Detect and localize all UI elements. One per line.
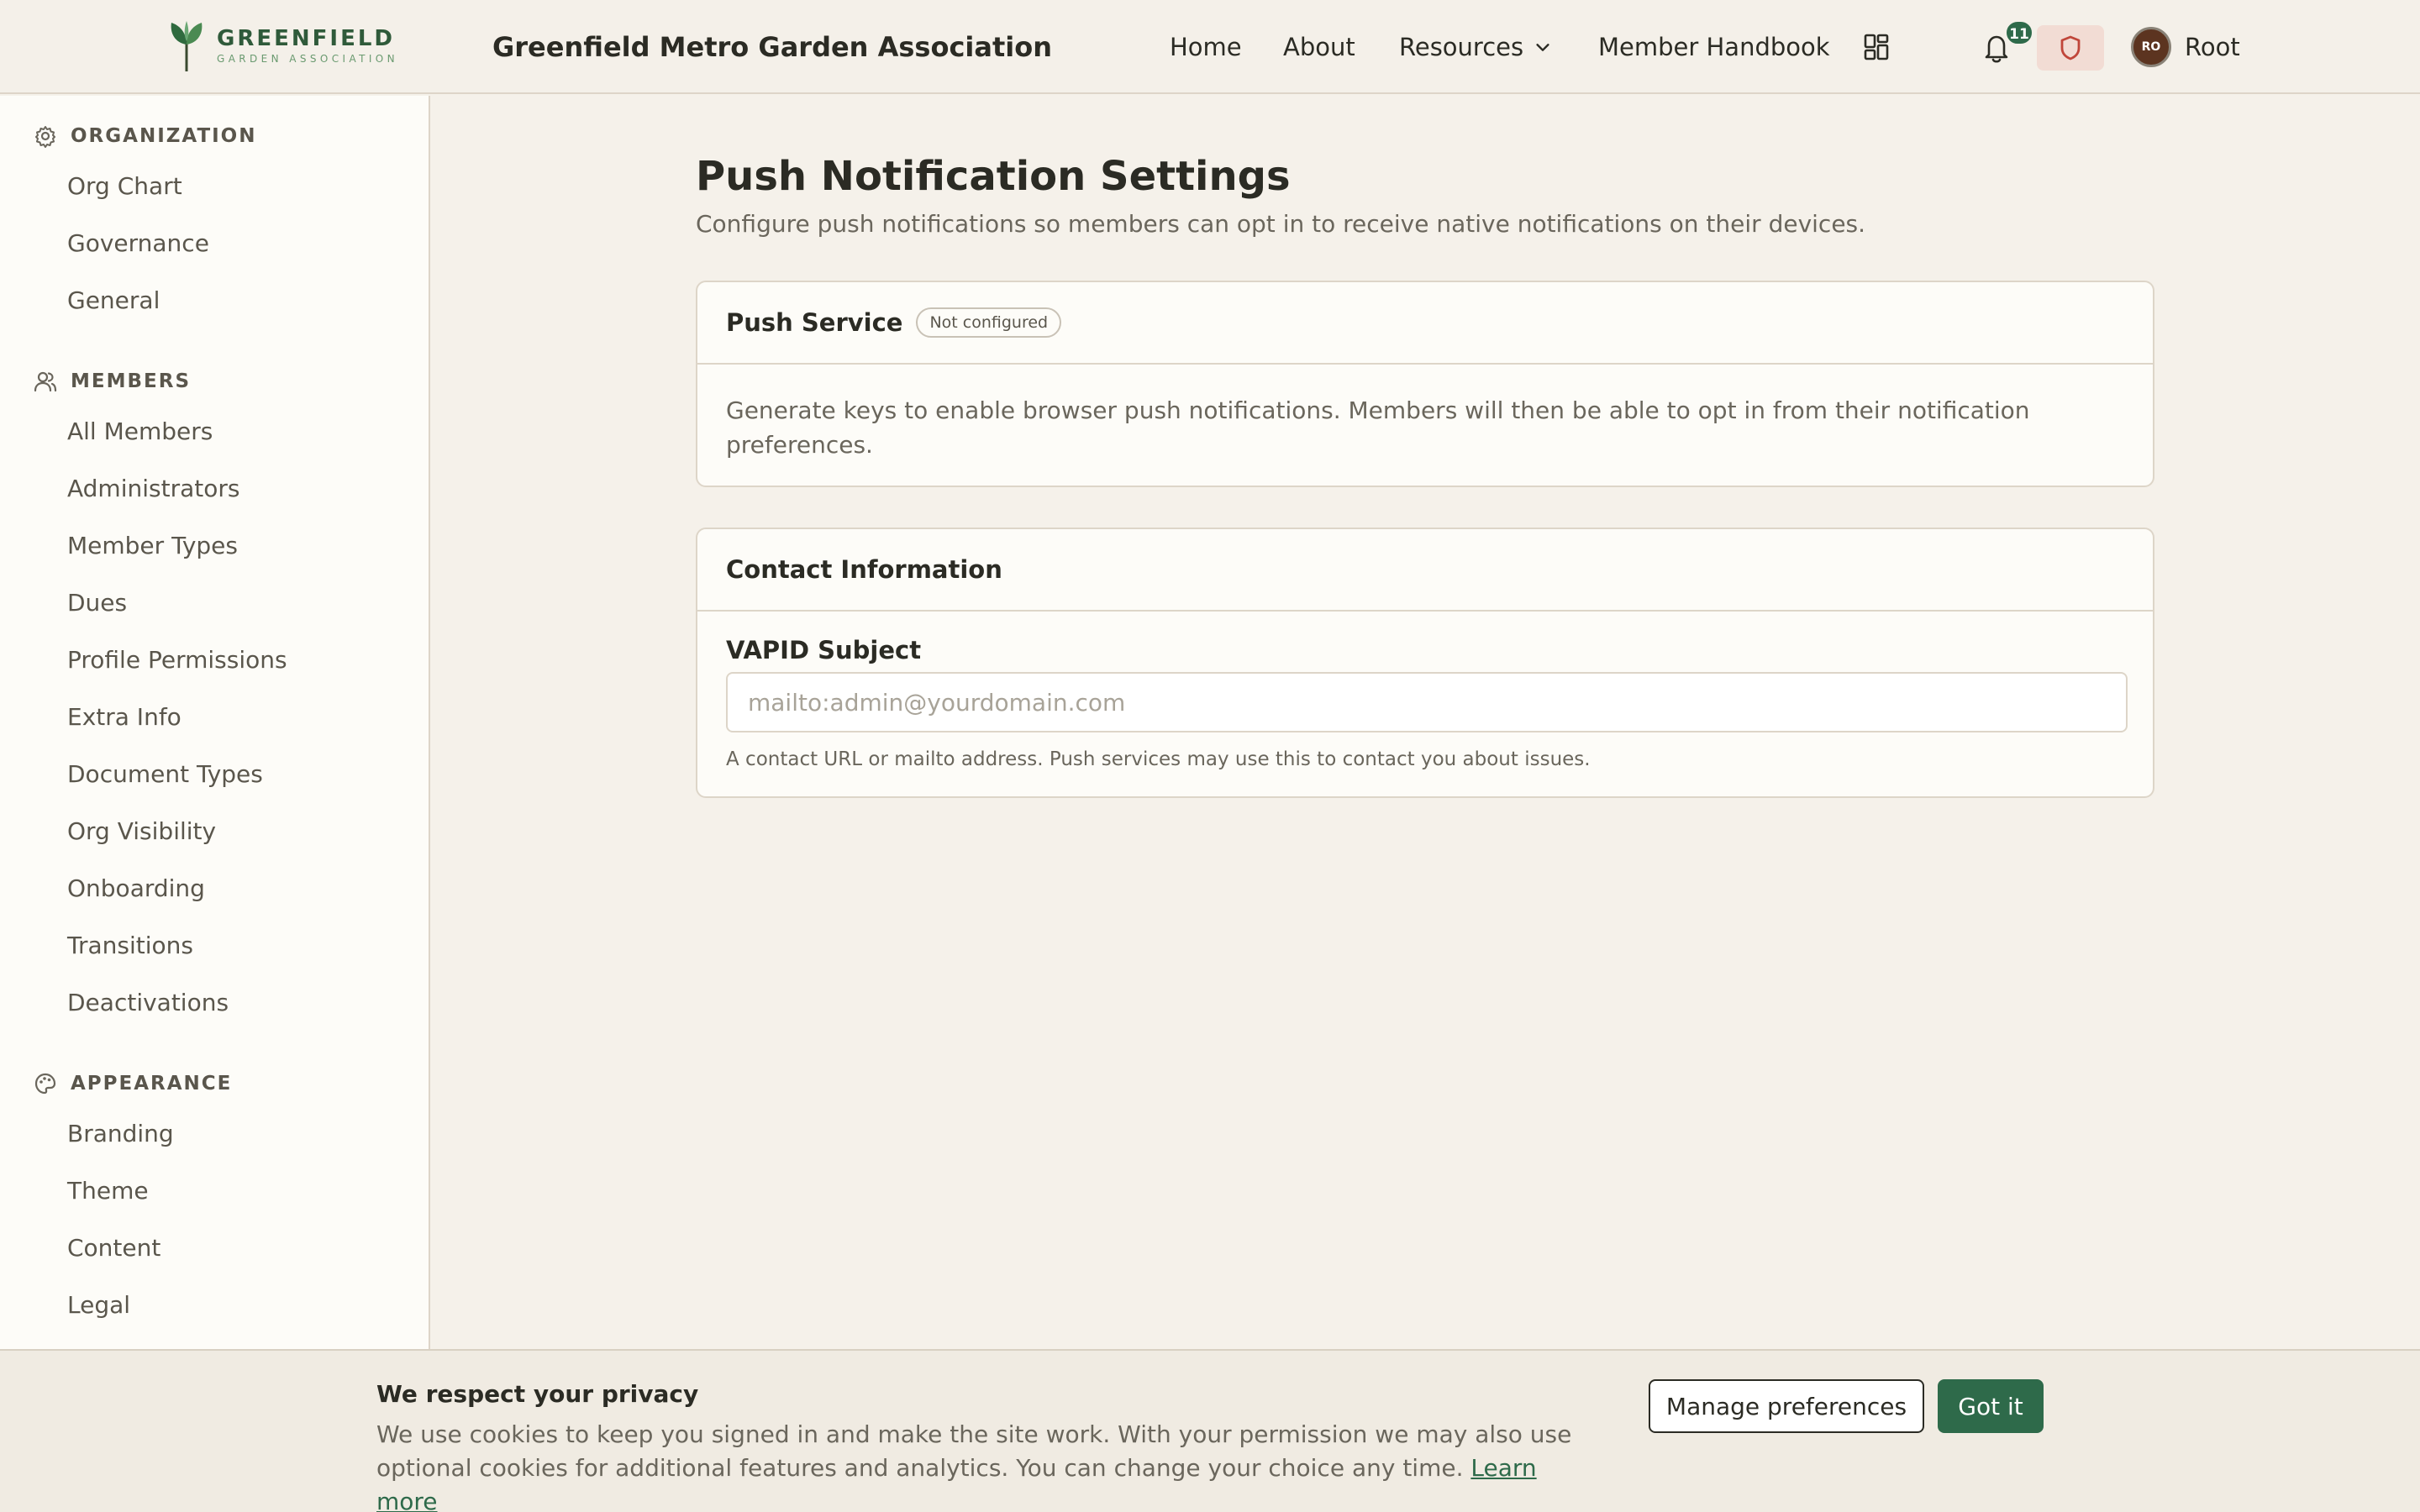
contact-information-title: Contact Information [726,555,1002,584]
sidebar-item-legal[interactable]: Legal [67,1290,130,1320]
push-service-description: Generate keys to enable browser push not… [726,396,2030,459]
top-bar: GREENFIELD GARDEN ASSOCIATION Greenfield… [0,0,2420,94]
cookie-banner: We respect your privacy We use cookies t… [0,1349,2420,1512]
vapid-subject-help: A contact URL or mailto address. Push se… [726,748,1591,770]
sidebar-item-branding[interactable]: Branding [67,1119,174,1149]
accept-cookies-button[interactable]: Got it [1938,1379,2044,1433]
vapid-subject-label: VAPID Subject [726,636,922,664]
chevron-down-icon [1536,44,1549,51]
apps-grid-icon[interactable] [1864,34,1889,60]
status-badge: Not configured [916,307,1062,338]
user-name[interactable]: Root [2185,30,2240,64]
cookie-banner-text: We use cookies to keep you signed in and… [376,1418,1603,1512]
logo-subtitle: GARDEN ASSOCIATION [217,53,399,65]
users-icon [34,371,57,392]
sidebar: ORGANIZATION Org Chart Governance Genera… [0,96,430,1512]
nav-about[interactable]: About [1283,30,1355,64]
page-subtitle: Configure push notifications so members … [696,210,1866,238]
avatar[interactable]: RO [2131,27,2171,67]
cookie-banner-title: We respect your privacy [376,1380,699,1408]
nav-home[interactable]: Home [1170,30,1242,64]
sidebar-item-org-chart[interactable]: Org Chart [67,171,182,202]
sidebar-section-appearance: APPEARANCE [34,1070,232,1097]
site-title[interactable]: Greenfield Metro Garden Association [492,30,1052,64]
nav-resources-label: Resources [1399,33,1524,61]
push-service-title: Push Service [726,308,903,337]
sidebar-item-extra-info[interactable]: Extra Info [67,702,182,732]
push-service-header: Push Service Not configured [697,282,2153,365]
page-title: Push Notification Settings [696,153,1291,200]
sidebar-item-all-members[interactable]: All Members [67,417,213,447]
sidebar-item-governance[interactable]: Governance [67,228,209,259]
shield-icon [2060,35,2081,60]
sidebar-section-title: APPEARANCE [71,1073,233,1095]
nav-resources-dropdown[interactable]: Resources [1399,30,1552,64]
sidebar-item-onboarding[interactable]: Onboarding [67,874,205,904]
contact-information-header: Contact Information [697,529,2153,612]
sidebar-item-dues[interactable]: Dues [67,588,127,618]
sidebar-section-title: ORGANIZATION [71,125,257,147]
sidebar-item-content[interactable]: Content [67,1233,160,1263]
sidebar-item-theme[interactable]: Theme [67,1176,149,1206]
sidebar-item-document-types[interactable]: Document Types [67,759,263,790]
sidebar-section-title: MEMBERS [71,370,192,392]
sidebar-item-transitions[interactable]: Transitions [67,931,193,961]
manage-preferences-button[interactable]: Manage preferences [1649,1379,1924,1433]
logo-name: GREENFIELD [217,26,395,51]
sidebar-section-members: MEMBERS [34,368,191,395]
sidebar-item-profile-permissions[interactable]: Profile Permissions [67,645,287,675]
admin-shield-button[interactable] [2037,25,2104,71]
push-service-card: Push Service Not configured Generate key… [696,281,2154,487]
contact-information-card: Contact Information VAPID Subject A cont… [696,528,2154,798]
site-logo[interactable]: GREENFIELD GARDEN ASSOCIATION [166,18,398,74]
leaf-logo-icon [171,21,203,71]
sidebar-item-general[interactable]: General [67,286,160,316]
sidebar-item-deactivations[interactable]: Deactivations [67,988,229,1018]
nav-member-handbook[interactable]: Member Handbook [1598,30,1830,64]
cookie-banner-body: We use cookies to keep you signed in and… [376,1420,1572,1482]
palette-icon [34,1073,56,1095]
sidebar-item-administrators[interactable]: Administrators [67,474,239,504]
sidebar-item-member-types[interactable]: Member Types [67,531,238,561]
sidebar-section-organization: ORGANIZATION [34,123,257,150]
sidebar-item-org-visibility[interactable]: Org Visibility [67,816,216,847]
gear-icon [35,126,55,148]
notification-count-badge: 11 [2005,20,2033,45]
vapid-subject-input[interactable] [726,672,2128,732]
